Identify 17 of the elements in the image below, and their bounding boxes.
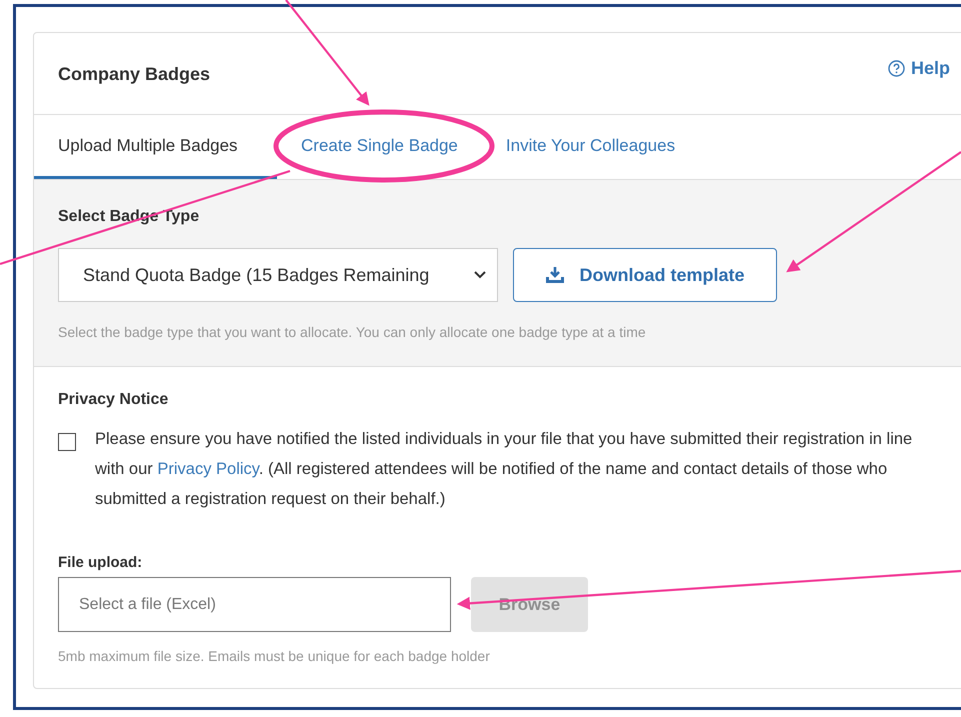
section-title: Privacy Notice (58, 391, 170, 409)
download-icon (545, 266, 566, 284)
chevron-icon (473, 270, 487, 280)
consent-checkbox[interactable] (58, 433, 76, 451)
card-title: Company Badges (58, 63, 210, 85)
help-text: Select the badge type that you want to allocate. You can only allocate one badge type at a time (58, 324, 647, 340)
badge-type-dropdown[interactable]: Stand Quota Badge (15 Badges Remaining (58, 248, 498, 302)
file-input-field[interactable]: Select a file (Excel) (58, 577, 451, 632)
help-link[interactable]: Help (888, 58, 950, 79)
privacy-notice-text: Please ensure you have notified the listed individuals in your file that you have submitted their registration in line with our Privacy Policy. (All registered attendees will be notified of the name and contact details of those who submitted a registration request on their behalf.) (95, 429, 914, 510)
field-label: File upload: (58, 554, 144, 571)
download-template-button[interactable]: Download template (513, 248, 777, 302)
help-text: 5mb maximum file size. Emails must be unique for each badge holder (58, 648, 491, 664)
privacy-policy-link[interactable]: Privacy Policy (157, 460, 259, 478)
tab[interactable]: Invite Your Colleagues (482, 115, 700, 179)
help-icon (888, 60, 905, 77)
tab[interactable]: Create Single Badge (277, 115, 482, 179)
